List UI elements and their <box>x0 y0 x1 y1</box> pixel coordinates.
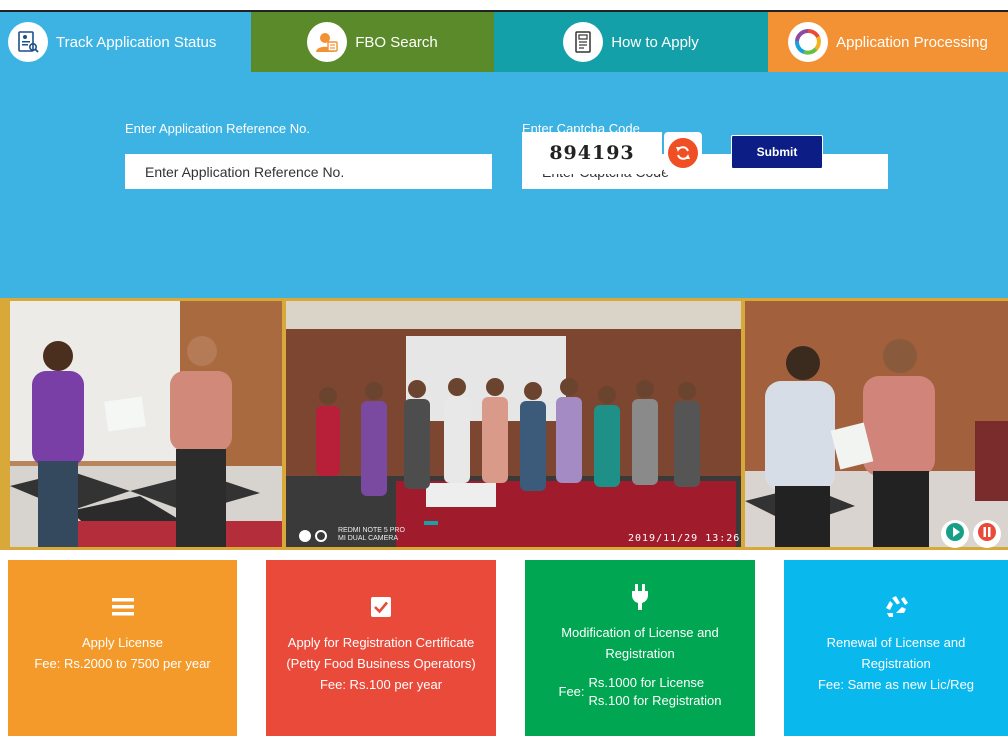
card-renewal[interactable]: Renewal of License and Registration Fee:… <box>784 560 1008 736</box>
service-cards: Apply License Fee: Rs.2000 to 7500 per y… <box>0 560 1008 740</box>
slider-pause-button[interactable] <box>973 520 1001 548</box>
document-icon <box>563 22 604 62</box>
photo-slider <box>0 298 1008 550</box>
submit-button[interactable]: Submit <box>731 135 823 169</box>
tab-label: How to Apply <box>611 33 699 51</box>
tab-label: Application Processing <box>836 33 988 51</box>
card-title-line2: Registration <box>605 646 675 661</box>
reference-number-label: Enter Application Reference No. <box>125 121 310 136</box>
photo-watermark: REDMI NOTE 5 PRO MI DUAL CAMERA <box>338 527 405 542</box>
card-modification[interactable]: Modification of License and Registration… <box>525 560 755 736</box>
card-fee-label: Fee: <box>558 684 585 699</box>
checkbox-icon <box>368 594 394 620</box>
tab-how-to-apply[interactable]: How to Apply <box>494 12 768 72</box>
processing-ring-icon <box>788 22 829 62</box>
track-status-icon <box>8 22 48 62</box>
card-title: Apply for Registration Certificate <box>287 635 475 650</box>
user-search-icon <box>307 22 348 62</box>
tab-label: FBO Search <box>355 33 438 51</box>
captcha-image: 894193 <box>522 132 662 174</box>
card-title-line2: Registration <box>861 656 931 671</box>
tab-fbo-search[interactable]: FBO Search <box>251 12 494 72</box>
slider-dot[interactable] <box>299 530 311 542</box>
slide-photo-left <box>10 301 282 547</box>
card-registration-certificate[interactable]: Apply for Registration Certificate (Pett… <box>266 560 496 736</box>
card-title: Apply License <box>82 635 163 650</box>
card-fee: Fee: Same as new Lic/Reg <box>817 677 975 692</box>
card-title: Renewal of License and <box>826 635 966 650</box>
slide-photo-center <box>286 301 741 547</box>
recycle-icon <box>883 594 909 620</box>
card-subtitle: (Petty Food Business Operators) <box>286 656 476 671</box>
tab-label: Track Application Status <box>56 33 217 51</box>
refresh-captcha-button[interactable] <box>664 132 702 174</box>
card-fee: Fee: Rs.100 per year <box>319 677 443 692</box>
tab-application-processing[interactable]: Application Processing <box>768 12 1008 72</box>
slide-photo-right <box>745 301 1008 547</box>
tab-track-application-status[interactable]: Track Application Status <box>0 12 251 72</box>
list-icon <box>110 594 136 620</box>
card-fee-block: Fee: Rs.1000 for License Rs.100 for Regi… <box>525 674 755 710</box>
card-apply-license[interactable]: Apply License Fee: Rs.2000 to 7500 per y… <box>8 560 237 736</box>
plug-icon <box>627 584 653 610</box>
top-strip <box>0 0 1008 12</box>
refresh-icon <box>668 138 698 168</box>
track-status-panel: Enter Application Reference No. Enter Ca… <box>0 72 1008 298</box>
tab-bar: Track Application Status FBO Search How … <box>0 12 1008 72</box>
slider-dot[interactable] <box>315 530 327 542</box>
photo-timestamp: 2019/11/29 13:26 <box>628 533 741 544</box>
pause-icon <box>977 522 997 547</box>
card-title: Modification of License and <box>561 625 719 640</box>
card-fee-line: Rs.100 for Registration <box>588 693 722 708</box>
card-fee: Fee: Rs.2000 to 7500 per year <box>34 656 211 671</box>
slider-play-button[interactable] <box>941 520 969 548</box>
card-fee-line: Rs.1000 for License <box>588 675 705 690</box>
slider-dots <box>299 530 327 542</box>
play-icon <box>945 522 965 547</box>
reference-number-input[interactable] <box>125 154 492 189</box>
